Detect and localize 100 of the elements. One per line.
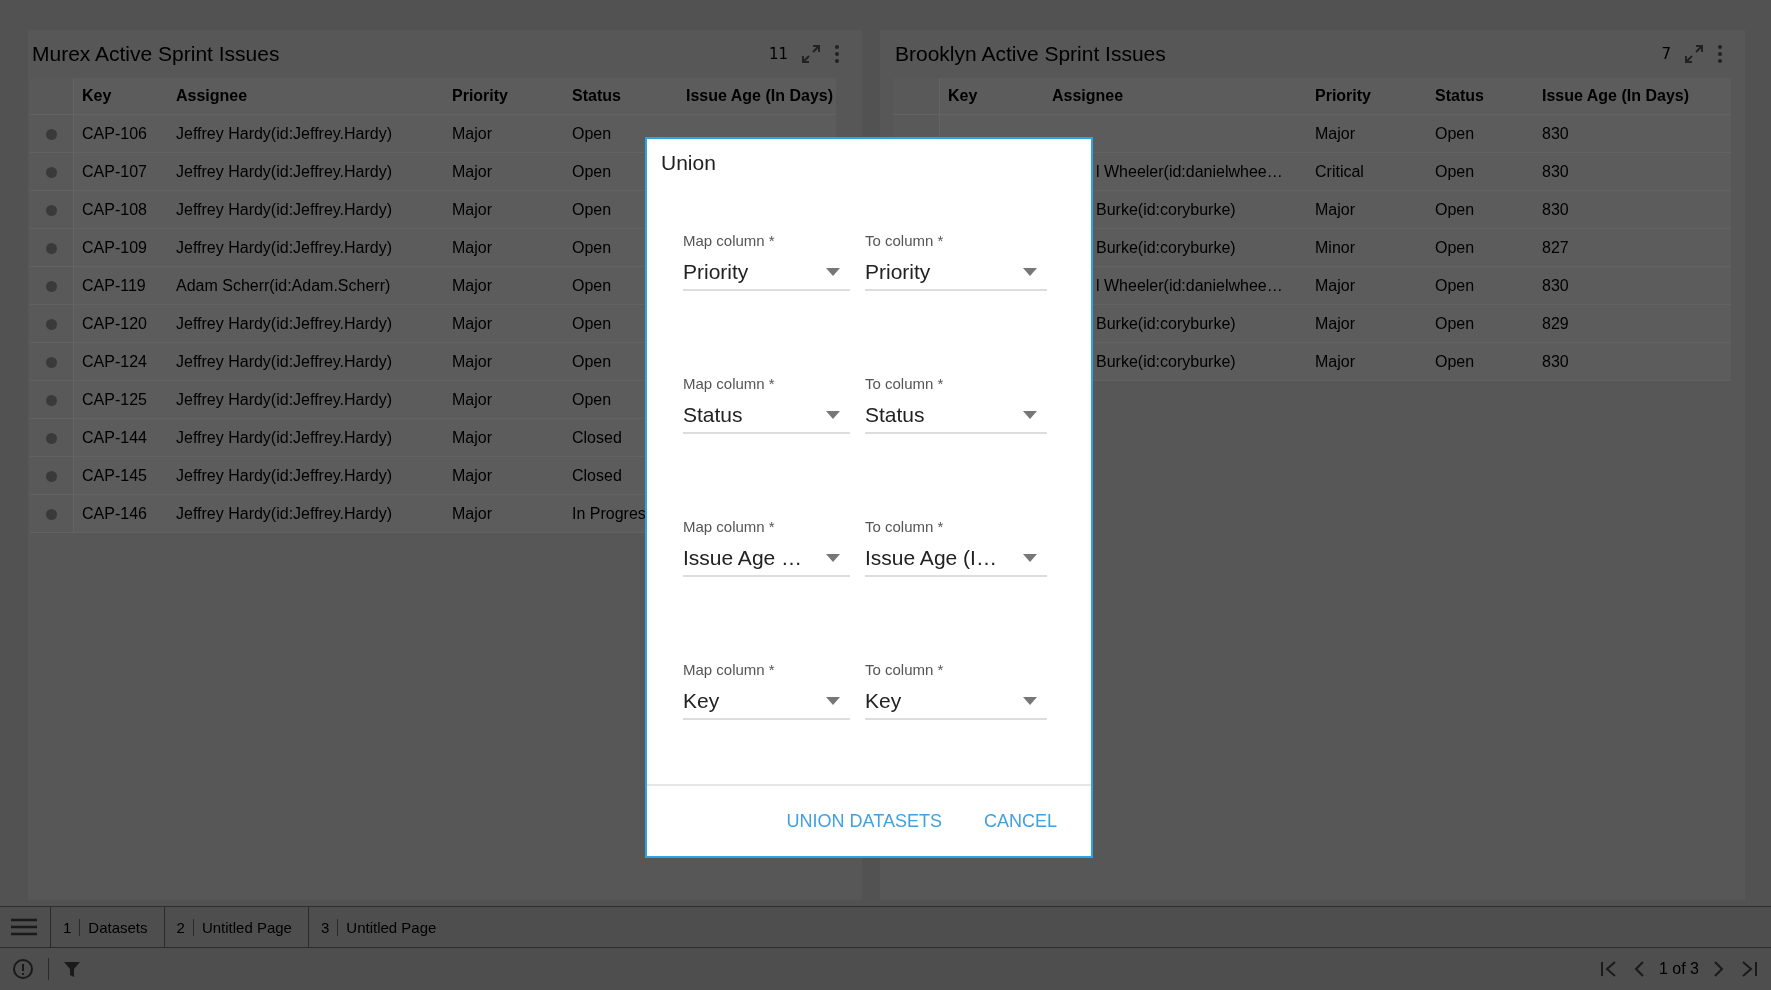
next-page-icon[interactable] xyxy=(1713,960,1725,978)
menu-icon[interactable] xyxy=(10,917,38,938)
dialog-button[interactable]: CANCEL xyxy=(977,806,1063,836)
filter-icon[interactable] xyxy=(63,960,81,978)
table-cell: 830 xyxy=(1542,200,1569,218)
row-select-icon[interactable] xyxy=(46,356,57,368)
table-cell: Jeffrey Hardy(id:Jeffrey.Hardy) xyxy=(176,162,393,180)
table-cell: CAP-144 xyxy=(82,428,147,446)
table-cell: Burke(id:coryburke) xyxy=(1096,314,1236,332)
column-header[interactable]: Priority xyxy=(444,78,564,115)
table-cell: Jeffrey Hardy(id:Jeffrey.Hardy) xyxy=(176,124,393,142)
table-cell: Major xyxy=(452,276,492,294)
table-cell: Jeffrey Hardy(id:Jeffrey.Hardy) xyxy=(176,352,393,370)
expand-icon[interactable] xyxy=(800,43,822,65)
alert-icon[interactable] xyxy=(12,958,34,980)
table-cell: Major xyxy=(452,352,492,370)
table-cell: CAP-120 xyxy=(82,314,147,332)
table-cell: In Progres xyxy=(572,504,646,522)
table-cell: Closed xyxy=(572,466,622,484)
row-select-icon[interactable] xyxy=(46,128,57,140)
table-cell: Open xyxy=(572,314,612,332)
table-cell: l Wheeler(id:danielwhee… xyxy=(1096,162,1283,180)
table-cell: CAP-119 xyxy=(82,276,146,294)
table-cell: Open xyxy=(1435,162,1475,180)
column-header[interactable]: Priority xyxy=(1307,78,1427,115)
table-cell: Open xyxy=(1435,314,1475,332)
row-select-icon[interactable] xyxy=(46,318,57,330)
column-header[interactable]: Status xyxy=(1427,78,1534,115)
table-cell: Major xyxy=(452,390,492,408)
table-cell: CAP-146 xyxy=(82,504,147,522)
row-select-icon[interactable] xyxy=(46,470,57,482)
row-count: 7 xyxy=(1661,45,1671,63)
table-cell: Jeffrey Hardy(id:Jeffrey.Hardy) xyxy=(176,238,393,256)
row-select-icon[interactable] xyxy=(46,394,57,406)
row-select-icon[interactable] xyxy=(46,280,57,292)
caret-icon xyxy=(826,268,840,276)
table-cell: Jeffrey Hardy(id:Jeffrey.Hardy) xyxy=(176,314,393,332)
table-cell: CAP-124 xyxy=(82,352,147,370)
table-cell: CAP-125 xyxy=(82,390,147,408)
column-dropdown[interactable]: Status xyxy=(865,398,1047,434)
row-select-icon[interactable] xyxy=(46,242,57,254)
more-icon[interactable] xyxy=(834,43,840,65)
column-header[interactable]: Issue Age (In Days) xyxy=(678,78,836,115)
table-cell: Major xyxy=(452,200,492,218)
column-header[interactable]: Assignee xyxy=(168,78,444,115)
row-select-icon[interactable] xyxy=(46,508,57,520)
table-cell: Major xyxy=(452,504,492,522)
previous-page-icon[interactable] xyxy=(1632,960,1645,978)
table-cell: CAP-145 xyxy=(82,466,147,484)
column-header[interactable]: Key xyxy=(939,78,1044,115)
dialog-button[interactable]: UNION DATASETS xyxy=(780,806,948,836)
column-header[interactable]: Key xyxy=(73,78,168,115)
column-dropdown[interactable]: Priority xyxy=(683,255,850,291)
table-cell: Jeffrey Hardy(id:Jeffrey.Hardy) xyxy=(176,466,393,484)
table-cell: Jeffrey Hardy(id:Jeffrey.Hardy) xyxy=(176,428,393,446)
more-icon[interactable] xyxy=(1717,43,1723,65)
column-dropdown[interactable]: Key xyxy=(683,684,850,720)
table-cell: Major xyxy=(1315,352,1355,370)
table-cell: Open xyxy=(572,352,612,370)
field-label: To column * xyxy=(865,661,945,678)
column-dropdown[interactable]: Status xyxy=(683,398,850,434)
field-label: To column * xyxy=(865,375,945,392)
column-dropdown[interactable]: Issue Age … xyxy=(683,541,850,577)
table-cell: Open xyxy=(1435,200,1475,218)
table-cell: Open xyxy=(572,238,612,256)
caret-icon xyxy=(1023,697,1037,705)
field-label: To column * xyxy=(865,518,945,535)
row-select-icon[interactable] xyxy=(46,166,57,178)
caret-icon xyxy=(826,697,840,705)
table-cell: Jeffrey Hardy(id:Jeffrey.Hardy) xyxy=(176,504,393,522)
field-label: Map column * xyxy=(683,661,776,678)
row-count: 11 xyxy=(768,45,788,63)
field-label: Map column * xyxy=(683,375,776,392)
table-cell: 830 xyxy=(1542,162,1569,180)
row-select-icon[interactable] xyxy=(46,432,57,444)
column-header[interactable]: Assignee xyxy=(1044,78,1307,115)
table-cell: Major xyxy=(452,428,492,446)
table-cell: Major xyxy=(452,466,492,484)
table-cell: Major xyxy=(1315,200,1355,218)
table-cell: Closed xyxy=(572,428,622,446)
caret-icon xyxy=(826,554,840,562)
column-dropdown[interactable]: Priority xyxy=(865,255,1047,291)
table-cell: CAP-107 xyxy=(82,162,147,180)
table-cell: 830 xyxy=(1542,124,1569,142)
table-cell: Adam Scherr(id:Adam.Scherr) xyxy=(176,276,391,294)
row-select-icon[interactable] xyxy=(46,204,57,216)
column-dropdown[interactable]: Key xyxy=(865,684,1047,720)
caret-icon xyxy=(1023,268,1037,276)
column-dropdown[interactable]: Issue Age (I… xyxy=(865,541,1047,577)
table-cell: Major xyxy=(1315,276,1355,294)
table-cell: Burke(id:coryburke) xyxy=(1096,352,1236,370)
table-cell: Open xyxy=(1435,124,1475,142)
table-cell: l Wheeler(id:danielwhee… xyxy=(1096,276,1283,294)
table-cell: Open xyxy=(1435,352,1475,370)
table-cell: Open xyxy=(572,162,612,180)
column-header[interactable]: Issue Age (In Days) xyxy=(1534,78,1731,115)
column-header[interactable]: Status xyxy=(564,78,678,115)
expand-icon[interactable] xyxy=(1683,43,1705,65)
table-cell: Major xyxy=(452,124,492,142)
field-label: Map column * xyxy=(683,232,776,249)
